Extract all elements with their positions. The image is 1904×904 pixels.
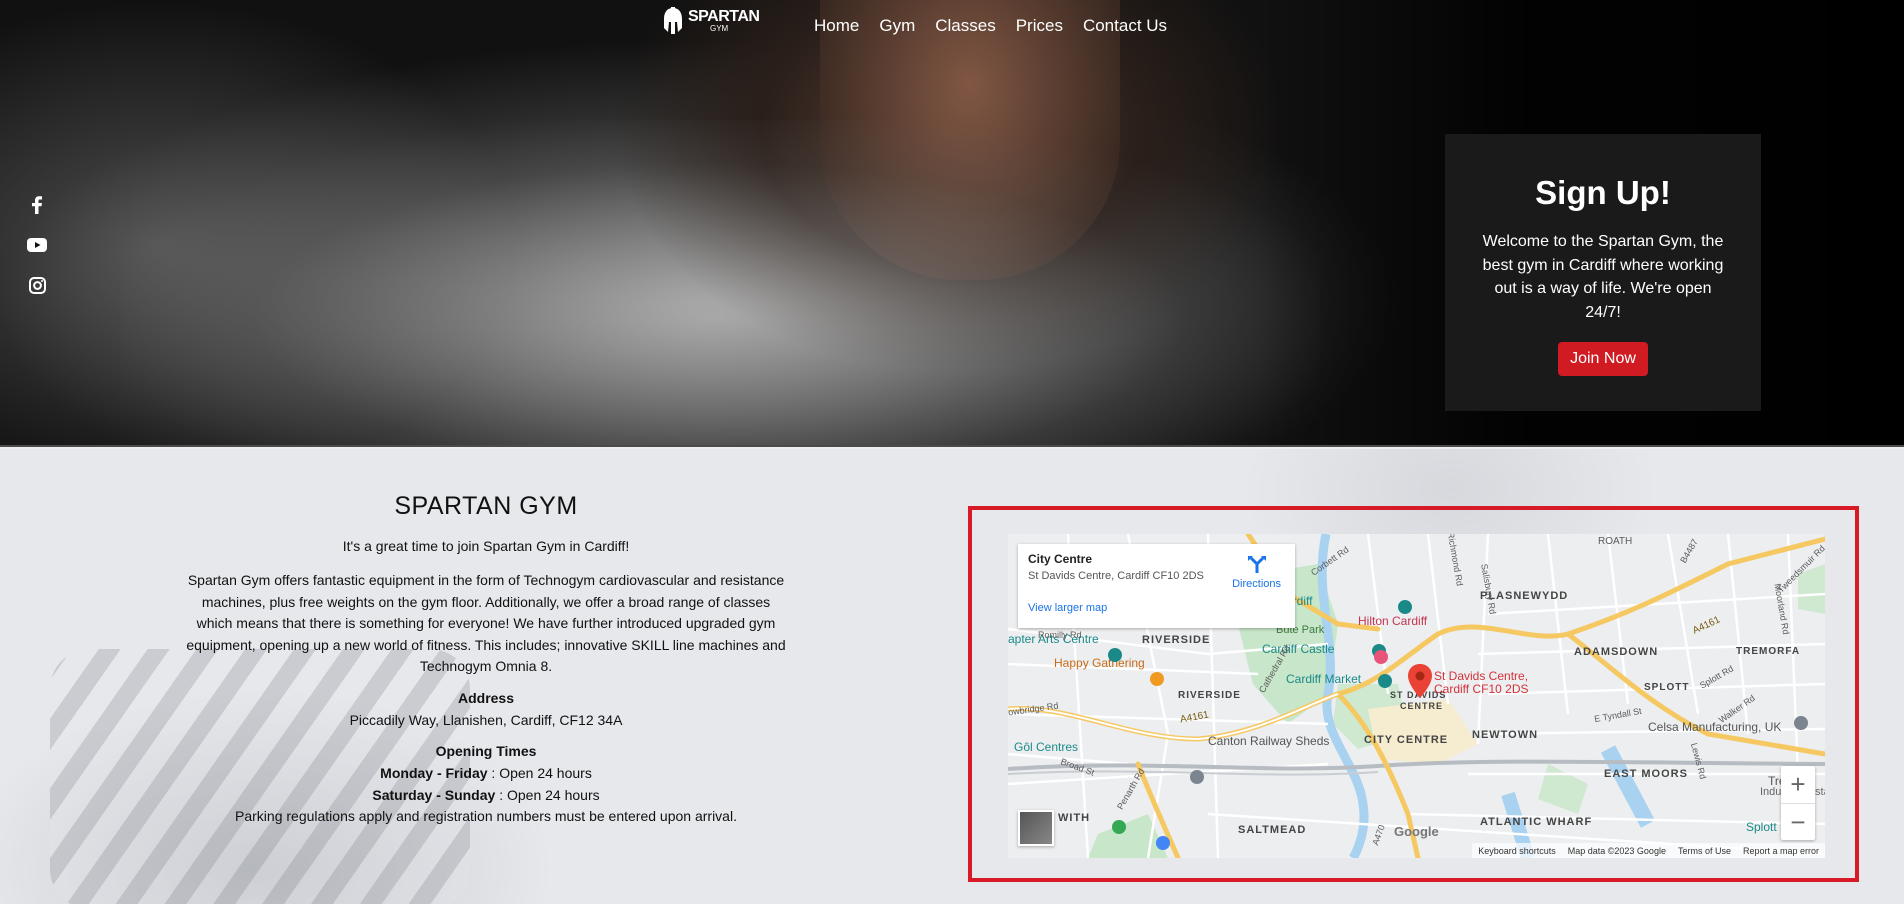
weekend-label: Saturday - Sunday xyxy=(372,786,496,803)
hotel-icon xyxy=(1374,650,1388,664)
youtube-icon[interactable] xyxy=(26,234,48,256)
nav-gym[interactable]: Gym xyxy=(879,16,915,36)
map-label-tremorfa: TREMORFA xyxy=(1736,646,1801,657)
map-poi-celsa[interactable]: Celsa Manufacturing, UK xyxy=(1648,720,1781,734)
map-poi-gol-centres[interactable]: Gôl Centres xyxy=(1014,740,1078,754)
directions-icon xyxy=(1247,556,1266,573)
map-poi-hilton[interactable]: Hilton Cardiff xyxy=(1358,614,1427,628)
gym-title: SPARTAN GYM xyxy=(394,492,578,520)
weekend-hours: Saturday - Sunday : Open 24 hours xyxy=(186,785,786,807)
nav-prices[interactable]: Prices xyxy=(1016,16,1063,36)
weekday-label: Monday - Friday xyxy=(380,765,488,781)
map-type-toggle[interactable] xyxy=(1018,810,1054,846)
map-poi-cardiff-castle[interactable]: Cardiff Castle xyxy=(1262,642,1334,656)
directions-button[interactable]: Directions xyxy=(1232,554,1281,590)
main-nav: Home Gym Classes Prices Contact Us xyxy=(814,16,1167,36)
map-label-adamsdown: ADAMSDOWN xyxy=(1574,646,1659,658)
map-poi-cardiff-market[interactable]: Cardiff Market xyxy=(1286,672,1361,686)
facebook-icon[interactable] xyxy=(26,194,48,216)
map-label-grangetown: WITH xyxy=(1058,812,1091,824)
site-logo[interactable]: SPARTAN GYM xyxy=(662,6,760,36)
map-label-newtown: NEWTOWN xyxy=(1472,729,1539,741)
map-label-east-moors: EAST MOORS xyxy=(1604,768,1688,780)
map-info-card: City Centre St Davids Centre, Cardiff CF… xyxy=(1018,544,1295,628)
museum-icon xyxy=(1398,600,1412,614)
hero-chalk-dust xyxy=(120,120,1320,445)
railway-sheds-icon xyxy=(1190,770,1204,784)
signup-panel: Sign Up! Welcome to the Spartan Gym, the… xyxy=(1445,134,1761,411)
helmet-icon xyxy=(664,7,682,34)
terms-of-use-link[interactable]: Terms of Use xyxy=(1678,846,1731,856)
map-label-atlantic-wharf: ATLANTIC WHARF xyxy=(1480,816,1593,828)
map-road-romilly: Romilly Rd xyxy=(1038,630,1082,640)
signup-title: Sign Up! xyxy=(1535,174,1671,211)
map-poi-canton-railway[interactable]: Canton Railway Sheds xyxy=(1208,734,1329,748)
shopping-icon xyxy=(1156,836,1170,850)
nav-home[interactable]: Home xyxy=(814,16,859,36)
map-label-splott: SPLOTT xyxy=(1644,682,1690,693)
opening-times-label: Opening Times xyxy=(435,743,537,759)
park-icon xyxy=(1112,820,1126,834)
map-label-riverside-2: RIVERSIDE xyxy=(1178,690,1241,701)
map-label-riverside: RIVERSIDE xyxy=(1142,634,1211,646)
pin-label-line2: Cardiff CF10 2DS xyxy=(1434,682,1529,696)
nav-contact-us[interactable]: Contact Us xyxy=(1083,16,1167,36)
report-error-link[interactable]: Report a map error xyxy=(1743,846,1819,856)
nav-classes[interactable]: Classes xyxy=(935,16,995,36)
map-data-text: Map data ©2023 Google xyxy=(1567,845,1666,856)
zoom-out-button[interactable]: − xyxy=(1781,803,1815,840)
map-zoom-controls: + − xyxy=(1781,766,1815,840)
parking-note: Parking regulations apply and registrati… xyxy=(235,808,737,824)
address-label: Address xyxy=(457,689,515,706)
location-pin-icon[interactable] xyxy=(1408,664,1432,698)
gym-description: Spartan Gym offers fantastic equipment i… xyxy=(186,572,786,674)
map-attribution: Keyboard shortcuts Map data ©2023 Google… xyxy=(1472,843,1825,858)
instagram-icon[interactable] xyxy=(26,274,48,296)
gym-lead: It's a great time to join Spartan Gym in… xyxy=(342,538,630,554)
map-label-saltmead: SALTMEAD xyxy=(1238,824,1307,836)
restaurant-icon xyxy=(1150,672,1164,686)
logo-sub: GYM xyxy=(710,24,729,33)
gym-info: SPARTAN GYM It's a great time to join Sp… xyxy=(186,492,786,828)
signup-text: Welcome to the Spartan Gym, the best gym… xyxy=(1482,233,1724,321)
weekday-hours-text: : Open 24 hours xyxy=(491,765,592,781)
zoom-in-button[interactable]: + xyxy=(1781,766,1815,803)
map-road-roath: ROATH xyxy=(1598,536,1633,547)
social-links xyxy=(26,194,48,296)
directions-label: Directions xyxy=(1232,578,1281,590)
weekend-hours-text: : Open 24 hours xyxy=(499,786,600,803)
factory-icon xyxy=(1794,716,1808,730)
logo-brand: SPARTAN xyxy=(688,8,760,25)
map-label-st-davids-centre: CENTRE xyxy=(1400,701,1444,711)
address-text: Piccadily Way, Llanishen, Cardiff, CF12 … xyxy=(349,711,623,728)
map-label-city-centre: CITY CENTRE xyxy=(1364,734,1449,746)
google-logo: Google xyxy=(1394,824,1439,839)
market-icon xyxy=(1378,674,1392,688)
arts-centre-icon xyxy=(1108,648,1122,662)
weekday-hours: Monday - Friday : Open 24 hours xyxy=(186,763,786,785)
join-now-button[interactable]: Join Now xyxy=(1558,342,1648,376)
keyboard-shortcuts-link[interactable]: Keyboard shortcuts xyxy=(1478,846,1556,856)
view-larger-map-link[interactable]: View larger map xyxy=(1028,602,1107,614)
google-map[interactable]: PLASNEWYDD ADAMSDOWN TREMORFA SPLOTT RIV… xyxy=(1008,534,1825,858)
map-poi-happy-gathering[interactable]: Happy Gathering xyxy=(1054,656,1145,670)
